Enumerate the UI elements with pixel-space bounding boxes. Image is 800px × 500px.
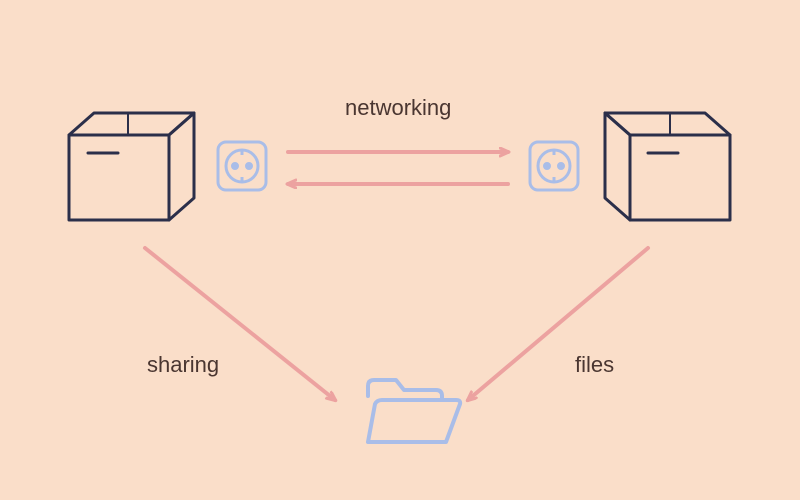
label-networking: networking	[345, 95, 451, 121]
box-right-icon	[605, 113, 730, 220]
diagram-canvas	[0, 0, 800, 500]
socket-left-icon	[218, 142, 266, 190]
label-sharing: sharing	[147, 352, 219, 378]
label-files: files	[575, 352, 614, 378]
arrow-files	[468, 248, 648, 400]
socket-right-icon	[530, 142, 578, 190]
folder-icon	[368, 380, 460, 442]
box-left-icon	[69, 113, 194, 220]
